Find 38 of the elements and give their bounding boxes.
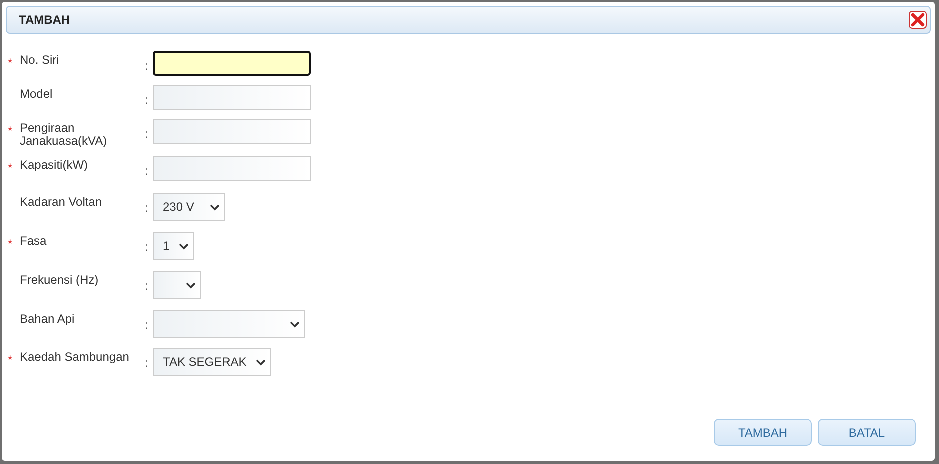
dropdown[interactable]: 1 bbox=[153, 232, 194, 260]
field-label: Pengiraan Janakuasa(kVA) bbox=[20, 121, 108, 148]
dialog-title: TAMBAH bbox=[19, 13, 70, 27]
label-separator: : bbox=[145, 59, 148, 73]
label-separator: : bbox=[145, 240, 148, 254]
chevron-down-icon bbox=[256, 358, 266, 366]
label-separator: : bbox=[145, 164, 148, 178]
chevron-down-icon bbox=[290, 320, 300, 328]
field-label: Model bbox=[20, 87, 53, 101]
label-separator: : bbox=[145, 201, 148, 215]
required-mark: * bbox=[8, 353, 13, 367]
chevron-down-icon bbox=[186, 282, 196, 288]
required-mark: * bbox=[8, 237, 13, 251]
chevron-down-icon bbox=[210, 204, 220, 210]
field-label: Kapasiti(kW) bbox=[20, 158, 88, 172]
chevron-down-icon bbox=[179, 242, 189, 250]
required-mark: * bbox=[8, 161, 13, 175]
label-separator: : bbox=[145, 356, 148, 370]
dialog-button[interactable]: TAMBAH bbox=[714, 419, 812, 446]
field-label: No. Siri bbox=[20, 53, 60, 67]
label-separator: : bbox=[145, 279, 148, 293]
label-separator: : bbox=[145, 93, 148, 107]
field-label: Frekuensi (Hz) bbox=[20, 273, 99, 287]
label-separator: : bbox=[145, 127, 148, 141]
required-mark: * bbox=[8, 56, 13, 70]
dropdown[interactable]: 230 V bbox=[153, 193, 225, 221]
text-field[interactable] bbox=[153, 51, 311, 76]
field-label: Fasa bbox=[20, 234, 47, 248]
required-mark: * bbox=[8, 124, 13, 138]
field-label: Bahan Api bbox=[20, 312, 75, 326]
field-label: Kaedah Sambungan bbox=[20, 350, 130, 364]
close-icon[interactable] bbox=[909, 11, 927, 29]
dialog-button[interactable]: BATAL bbox=[818, 419, 916, 446]
field-label: Kadaran Voltan bbox=[20, 195, 102, 209]
dropdown[interactable] bbox=[153, 271, 201, 299]
dropdown[interactable] bbox=[153, 310, 305, 338]
label-separator: : bbox=[145, 318, 148, 332]
dropdown[interactable]: TAK SEGERAK bbox=[153, 348, 271, 376]
